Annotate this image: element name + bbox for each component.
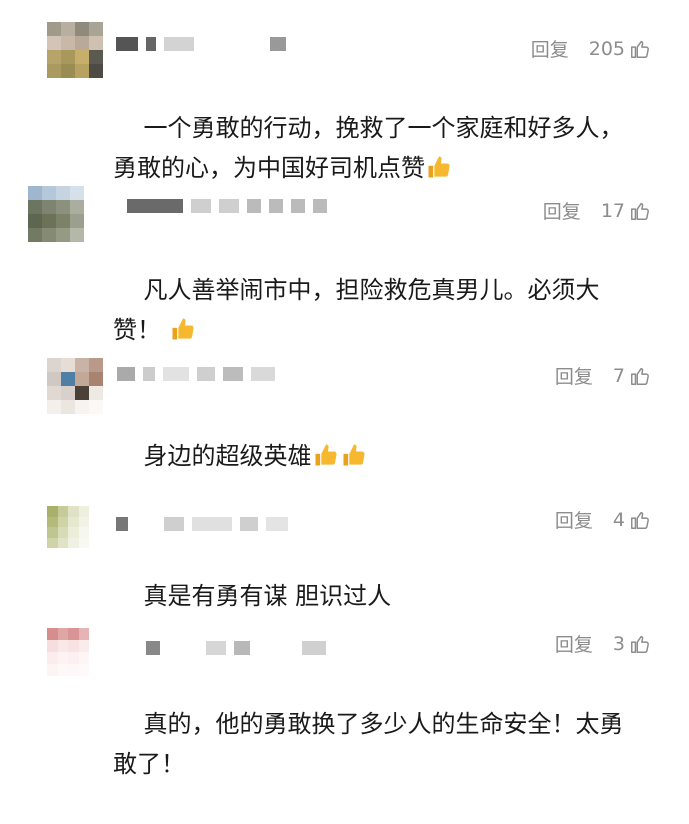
thumbs-up-icon xyxy=(631,635,649,653)
thumbs-up-icon xyxy=(631,40,649,58)
comment-text: 真的，他的勇敢换了多少人的生命安全！太勇 敢了！ xyxy=(113,710,624,778)
thumbs-up-icon xyxy=(631,202,649,220)
like-button[interactable]: 3 xyxy=(613,633,651,655)
avatar[interactable] xyxy=(47,22,103,78)
like-count: 205 xyxy=(588,37,625,60)
comment-text: 一个勇敢的行动，挽救了一个家庭和好多人， 勇敢的心，为中国好司机点赞 xyxy=(113,114,624,182)
username-blurred[interactable] xyxy=(117,366,275,382)
comment-text: 身边的超级英雄 xyxy=(143,442,312,470)
avatar[interactable] xyxy=(28,186,84,242)
username-blurred[interactable] xyxy=(146,640,326,656)
like-count: 3 xyxy=(612,632,625,655)
like-count: 7 xyxy=(612,364,625,387)
like-count: 17 xyxy=(600,199,625,222)
thumbs-up-icon xyxy=(631,511,649,529)
reply-button[interactable]: 回复 xyxy=(555,506,593,533)
username-blurred[interactable] xyxy=(127,198,327,214)
thumbs-up-emoji xyxy=(315,444,337,466)
username-blurred[interactable] xyxy=(116,516,288,532)
thumbs-up-emoji xyxy=(428,156,450,178)
reply-button[interactable]: 回复 xyxy=(531,35,569,62)
reply-button[interactable]: 回复 xyxy=(543,197,581,224)
like-button[interactable]: 17 xyxy=(601,200,651,222)
reply-button[interactable]: 回复 xyxy=(555,362,593,389)
thumbs-up-emoji xyxy=(343,444,365,466)
avatar[interactable] xyxy=(47,506,89,548)
like-count: 4 xyxy=(612,508,625,531)
like-button[interactable]: 7 xyxy=(613,365,651,387)
like-button[interactable]: 4 xyxy=(613,509,651,531)
avatar[interactable] xyxy=(47,628,89,676)
avatar[interactable] xyxy=(47,358,103,414)
username-blurred[interactable] xyxy=(116,36,286,52)
reply-button[interactable]: 回复 xyxy=(555,630,593,657)
comment-text: 真是有勇有谋 胆识过人 xyxy=(143,582,392,610)
like-button[interactable]: 205 xyxy=(589,38,651,60)
thumbs-up-emoji xyxy=(172,318,194,340)
thumbs-up-icon xyxy=(631,367,649,385)
